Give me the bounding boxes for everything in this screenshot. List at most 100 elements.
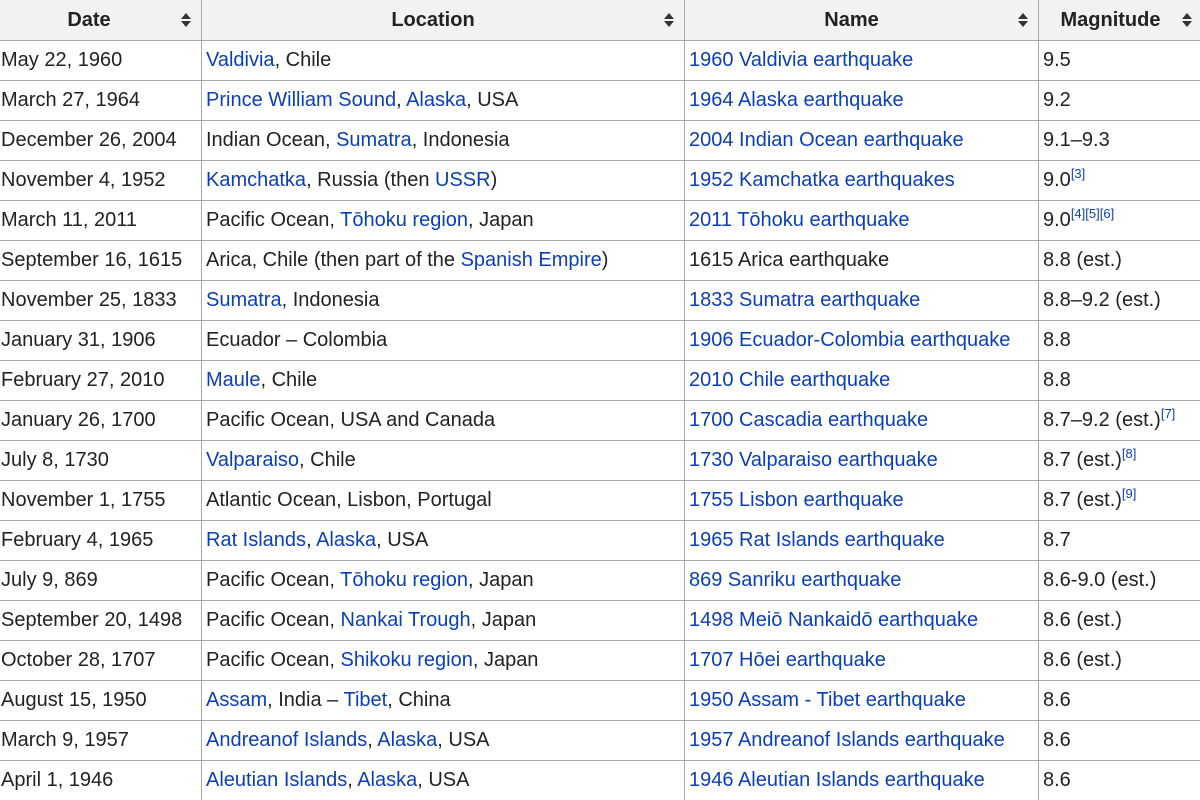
- location-link[interactable]: Valparaiso: [206, 449, 299, 471]
- column-header-magnitude[interactable]: Magnitude: [1038, 0, 1200, 41]
- earthquake-name-link[interactable]: 1960 Valdivia earthquake: [689, 49, 913, 71]
- location-link[interactable]: Tōhoku region: [340, 569, 468, 591]
- earthquake-name-link[interactable]: 1965 Rat Islands earthquake: [689, 529, 945, 551]
- location-text: Pacific Ocean,: [206, 609, 341, 631]
- earthquake-name-link[interactable]: 1964 Alaska earthquake: [689, 89, 904, 111]
- cell-date: January 31, 1906: [0, 320, 202, 361]
- cell-name: 1950 Assam - Tibet earthquake: [684, 680, 1039, 721]
- reference-link[interactable]: [8]: [1122, 446, 1136, 461]
- reference-link[interactable]: [4]: [1071, 206, 1085, 221]
- cell-name: 1965 Rat Islands earthquake: [684, 520, 1039, 561]
- cell-location: Indian Ocean, Sumatra, Indonesia: [201, 120, 685, 161]
- cell-name: 1960 Valdivia earthquake: [684, 40, 1039, 81]
- location-link[interactable]: Sumatra: [206, 289, 282, 311]
- reference-superscript: [6]: [1100, 206, 1114, 221]
- location-link[interactable]: Nankai Trough: [341, 609, 471, 631]
- location-link[interactable]: Alaska: [357, 769, 417, 791]
- cell-location: Aleutian Islands, Alaska, USA: [201, 760, 685, 800]
- sort-arrows-icon[interactable]: [1182, 13, 1192, 27]
- earthquake-name-link[interactable]: 1833 Sumatra earthquake: [689, 289, 920, 311]
- cell-date: August 15, 1950: [0, 680, 202, 721]
- magnitude-value: 9.2: [1043, 89, 1071, 111]
- location-link[interactable]: Shikoku region: [341, 649, 473, 671]
- cell-name: 1957 Andreanof Islands earthquake: [684, 720, 1039, 761]
- cell-magnitude: 8.7 (est.)[8]: [1038, 440, 1200, 481]
- earthquake-name-link[interactable]: 2010 Chile earthquake: [689, 369, 890, 391]
- earthquake-name-link[interactable]: 1946 Aleutian Islands earthquake: [689, 769, 985, 791]
- table-row: September 16, 1615 Arica, Chile (then par…: [0, 240, 1200, 281]
- earthquake-name-link[interactable]: 1950 Assam - Tibet earthquake: [689, 689, 966, 711]
- location-link[interactable]: Valdivia: [206, 49, 275, 71]
- location-text: , USA: [376, 529, 429, 551]
- location-link[interactable]: USSR: [435, 169, 491, 191]
- cell-name: 1498 Meiō Nankaidō earthquake: [684, 600, 1039, 641]
- cell-location: Valdivia, Chile: [201, 40, 685, 81]
- location-link[interactable]: Prince William Sound: [206, 89, 396, 111]
- sort-arrows-icon[interactable]: [664, 13, 674, 27]
- magnitude-value: 8.8: [1043, 369, 1071, 391]
- earthquake-name-link[interactable]: 2004 Indian Ocean earthquake: [689, 129, 964, 151]
- earthquake-name-link[interactable]: 1707 Hōei earthquake: [689, 649, 886, 671]
- column-header-location[interactable]: Location: [201, 0, 685, 41]
- location-link[interactable]: Maule: [206, 369, 260, 391]
- location-link[interactable]: Alaska: [406, 89, 466, 111]
- cell-location: Ecuador – Colombia: [201, 320, 685, 361]
- location-link[interactable]: Andreanof Islands: [206, 729, 367, 751]
- header-row: Date Location Name Magnitude: [0, 0, 1200, 41]
- location-text: , Japan: [468, 209, 534, 231]
- column-header-date[interactable]: Date: [0, 0, 202, 41]
- earthquake-name-link[interactable]: 1952 Kamchatka earthquakes: [689, 169, 955, 191]
- cell-location: Pacific Ocean, Tōhoku region, Japan: [201, 200, 685, 241]
- earthquake-name-link[interactable]: 1730 Valparaiso earthquake: [689, 449, 938, 471]
- location-text: Indian Ocean,: [206, 129, 337, 151]
- earthquake-name-link[interactable]: 2011 Tōhoku earthquake: [689, 209, 910, 231]
- location-link[interactable]: Alaska: [316, 529, 376, 551]
- location-link[interactable]: Rat Islands: [206, 529, 306, 551]
- sort-arrows-icon[interactable]: [181, 13, 191, 27]
- cell-location: Arica, Chile (then part of the Spanish E…: [201, 240, 685, 281]
- cell-location: Rat Islands, Alaska, USA: [201, 520, 685, 561]
- table-row: January 31, 1906 Ecuador – Colombia 1906 E…: [0, 320, 1200, 361]
- cell-date: November 1, 1755: [0, 480, 202, 521]
- reference-link[interactable]: [5]: [1085, 206, 1099, 221]
- location-link[interactable]: Kamchatka: [206, 169, 306, 191]
- reference-link[interactable]: [9]: [1122, 486, 1136, 501]
- reference-link[interactable]: [6]: [1100, 206, 1114, 221]
- earthquake-name-link[interactable]: 1957 Andreanof Islands earthquake: [689, 729, 1005, 751]
- cell-magnitude: 8.6: [1038, 680, 1200, 721]
- location-link[interactable]: Assam: [206, 689, 267, 711]
- location-link[interactable]: Tōhoku region: [340, 209, 468, 231]
- reference-link[interactable]: [7]: [1161, 406, 1175, 421]
- cell-name: 869 Sanriku earthquake: [684, 560, 1039, 601]
- cell-name: 1730 Valparaiso earthquake: [684, 440, 1039, 481]
- earthquake-name-link[interactable]: 869 Sanriku earthquake: [689, 569, 901, 591]
- earthquake-name-link[interactable]: 1906 Ecuador-Colombia earthquake: [689, 329, 1010, 351]
- table-row: February 4, 1965 Rat Islands, Alaska, USA…: [0, 520, 1200, 561]
- earthquake-name-link[interactable]: 1755 Lisbon earthquake: [689, 489, 904, 511]
- table-row: March 9, 1957 Andreanof Islands, Alaska, …: [0, 720, 1200, 761]
- cell-location: Sumatra, Indonesia: [201, 280, 685, 321]
- column-header-name[interactable]: Name: [684, 0, 1039, 41]
- magnitude-value: 8.6 (est.): [1043, 649, 1122, 671]
- magnitude-value: 8.6: [1043, 689, 1071, 711]
- location-link[interactable]: Sumatra: [336, 129, 412, 151]
- location-text: , Chile: [274, 49, 332, 71]
- earthquake-name-link[interactable]: 1700 Cascadia earthquake: [689, 409, 928, 431]
- cell-date: March 9, 1957: [0, 720, 202, 761]
- location-link[interactable]: Tibet: [343, 689, 387, 711]
- table-row: September 20, 1498 Pacific Ocean, Nankai …: [0, 600, 1200, 641]
- cell-name: 1952 Kamchatka earthquakes: [684, 160, 1039, 201]
- location-text: Pacific Ocean,: [206, 649, 341, 671]
- location-link[interactable]: Aleutian Islands: [206, 769, 347, 791]
- reference-link[interactable]: [3]: [1071, 166, 1085, 181]
- location-text: , Chile: [299, 449, 356, 471]
- sort-arrows-icon[interactable]: [1018, 13, 1028, 27]
- cell-date: April 1, 1946: [0, 760, 202, 800]
- cell-name: 1906 Ecuador-Colombia earthquake: [684, 320, 1039, 361]
- cell-name: 1615 Arica earthquake: [684, 240, 1039, 281]
- earthquake-name-link[interactable]: 1498 Meiō Nankaidō earthquake: [689, 609, 978, 631]
- location-link[interactable]: Spanish Empire: [461, 249, 602, 271]
- cell-location: Assam, India – Tibet, China: [201, 680, 685, 721]
- magnitude-value: 8.8 (est.): [1043, 249, 1122, 271]
- location-link[interactable]: Alaska: [377, 729, 437, 751]
